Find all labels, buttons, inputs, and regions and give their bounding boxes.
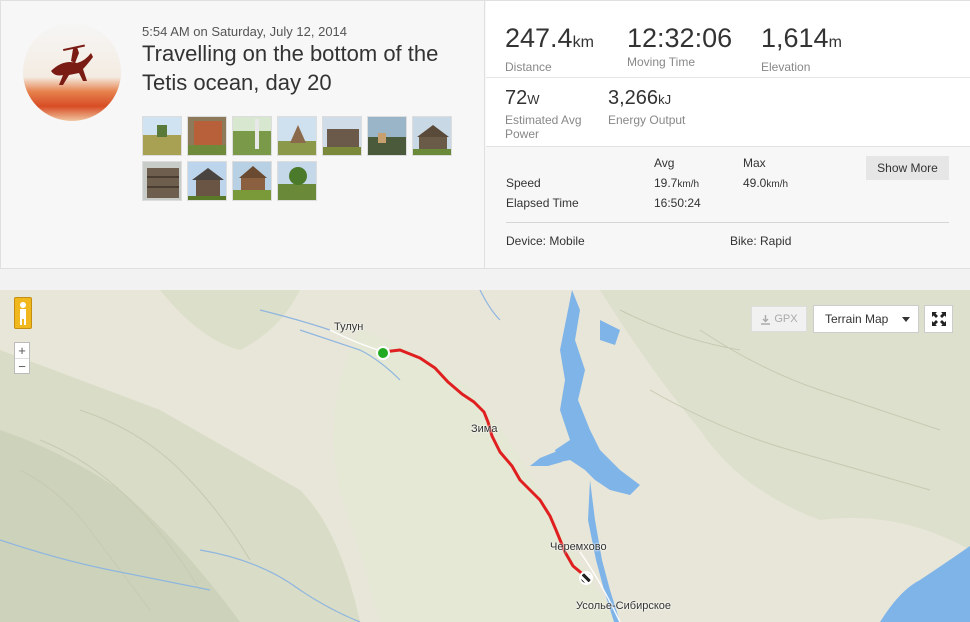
photo-thumbnail[interactable] <box>142 116 182 156</box>
zoom-control: + − <box>14 342 30 374</box>
route-map[interactable] <box>0 290 970 622</box>
stat-distance: 247.4km Distance <box>505 23 594 74</box>
photo-thumbnail[interactable] <box>187 116 227 156</box>
photo-thumbnail[interactable] <box>277 116 317 156</box>
activity-header-card: 5:54 AM on Saturday, July 12, 2014 Trave… <box>0 0 970 269</box>
photo-thumbnail[interactable] <box>277 161 317 201</box>
moving-time-label: Moving Time <box>627 55 696 69</box>
map-type-label: Terrain Map <box>825 312 889 326</box>
device-info: Device: Mobile <box>506 234 585 248</box>
map-type-select[interactable]: Terrain Map <box>813 305 919 333</box>
bike-info[interactable]: Bike: Rapid <box>730 234 791 248</box>
stats-primary: 247.4km Distance 12:32:06 Moving Time 1,… <box>486 1 970 147</box>
caret-down-icon <box>902 316 911 322</box>
stat-moving-time: 12:32:06 Moving Time <box>627 23 732 69</box>
distance-unit: km <box>572 34 594 51</box>
elevation-unit: m <box>828 34 842 51</box>
speed-max: 49.0km/h <box>743 176 788 190</box>
details-divider <box>506 222 949 223</box>
speed-max-value: 49.0 <box>743 176 767 190</box>
photo-thumbnail[interactable] <box>187 161 227 201</box>
pegman-icon[interactable] <box>14 297 32 329</box>
gpx-download-button[interactable]: GPX <box>751 306 807 332</box>
avatar[interactable] <box>23 23 121 121</box>
speed-avg-value: 19.7 <box>654 176 678 190</box>
stat-energy: 3,266kJ Energy Output <box>608 87 685 127</box>
city-label-zima: Зима <box>471 423 498 435</box>
zoom-out-button[interactable]: − <box>15 358 29 374</box>
activity-timestamp: 5:54 AM on Saturday, July 12, 2014 <box>142 24 348 39</box>
speed-avg: 19.7km/h <box>654 176 699 190</box>
energy-label: Energy Output <box>608 113 686 127</box>
download-icon <box>761 314 771 325</box>
start-marker-icon[interactable] <box>376 346 390 360</box>
activity-stats: 247.4km Distance 12:32:06 Moving Time 1,… <box>486 1 970 269</box>
photo-thumbnail[interactable] <box>367 116 407 156</box>
activity-summary: 5:54 AM on Saturday, July 12, 2014 Trave… <box>0 1 485 269</box>
photo-thumbnail[interactable] <box>232 161 272 201</box>
speed-max-unit: km/h <box>766 179 789 190</box>
power-label: Estimated Avg Power <box>505 113 582 141</box>
city-label-cheremkhovo: Черемхово <box>550 541 607 553</box>
photo-thumbnail[interactable] <box>232 116 272 156</box>
stat-power: 72W Estimated Avg Power <box>505 87 595 141</box>
finish-marker-icon[interactable] <box>579 571 593 585</box>
fullscreen-icon <box>931 312 946 326</box>
speed-avg-unit: km/h <box>677 179 700 190</box>
elapsed-time-label: Elapsed Time <box>506 196 579 210</box>
elevation-value: 1,614 <box>761 23 829 53</box>
city-label-tulun: Тулун <box>334 321 364 333</box>
activity-page: 5:54 AM on Saturday, July 12, 2014 Trave… <box>0 0 970 622</box>
distance-value: 247.4 <box>505 23 573 53</box>
avg-header: Avg <box>654 156 675 170</box>
show-more-button[interactable]: Show More <box>866 156 949 180</box>
energy-unit: kJ <box>658 92 672 107</box>
power-unit: W <box>527 92 540 107</box>
photo-thumbnail[interactable] <box>142 161 182 201</box>
route-line <box>381 348 587 578</box>
gpx-label: GPX <box>774 313 798 325</box>
photo-thumbnail[interactable] <box>412 116 452 156</box>
moving-time-value: 12:32:06 <box>627 23 733 53</box>
elevation-label: Elevation <box>761 60 811 74</box>
fullscreen-button[interactable] <box>924 305 953 333</box>
power-value: 72 <box>505 87 528 109</box>
max-header: Max <box>743 156 766 170</box>
stats-divider <box>486 77 970 78</box>
distance-label: Distance <box>505 60 552 74</box>
activity-title: Travelling on the bottom of the Tetis oc… <box>142 41 439 95</box>
city-label-usolye: Усолье-Сибирское <box>576 600 672 612</box>
elapsed-time-value: 16:50:24 <box>654 196 701 210</box>
speed-label: Speed <box>506 176 541 190</box>
photo-gallery <box>142 116 462 201</box>
photo-thumbnail[interactable] <box>322 116 362 156</box>
energy-value: 3,266 <box>608 87 659 109</box>
stat-elevation: 1,614m Elevation <box>761 23 842 74</box>
zoom-in-button[interactable]: + <box>15 343 29 358</box>
